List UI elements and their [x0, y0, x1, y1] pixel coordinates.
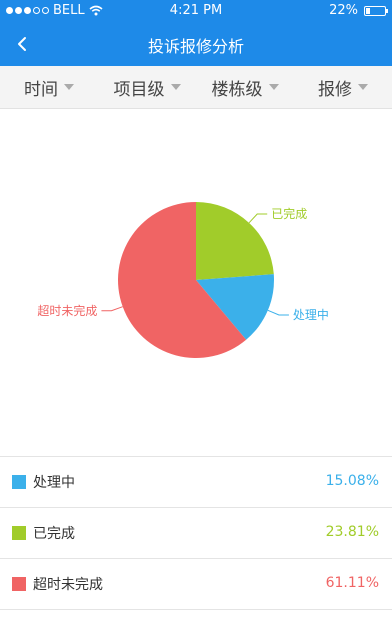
nav-bar: 投诉报修分析 — [0, 22, 392, 66]
filter-label: 项目级 — [113, 79, 165, 100]
filter-building-level[interactable]: 楼栋级 — [196, 66, 294, 108]
pie-chart-svg: 已完成处理中 超时未完成 — [37, 202, 329, 358]
filter-repair-type[interactable]: 报修 — [294, 66, 392, 108]
app-header: BELL 4:21 PM 22% 投诉报修分析 — [0, 0, 392, 66]
pie-chart: 已完成处理中 超时未完成 — [0, 108, 392, 456]
legend-label: 处理中 — [33, 475, 75, 491]
pie-slice-label: 超时未完成 — [37, 303, 97, 318]
filter-bar: 时间 项目级 楼栋级 报修 — [0, 66, 392, 109]
caret-down-icon — [268, 84, 279, 90]
filter-project-level[interactable]: 项目级 — [98, 66, 196, 108]
legend-row-completed[interactable]: 已完成 23.81% — [0, 507, 392, 558]
filter-label: 楼栋级 — [211, 79, 263, 100]
battery-percent: 22% — [329, 3, 358, 18]
caret-down-icon — [64, 84, 74, 90]
legend-row-processing[interactable]: 处理中 15.08% — [0, 456, 392, 507]
caret-down-icon — [358, 84, 368, 90]
legend-swatch — [12, 526, 26, 540]
caret-down-icon — [170, 84, 181, 90]
legend-row-overdue[interactable]: 超时未完成 61.11% — [0, 558, 392, 610]
filter-label: 报修 — [318, 79, 352, 100]
pie-slice-label: 处理中 — [293, 307, 329, 322]
leader-line — [101, 306, 123, 312]
legend-swatch — [12, 475, 26, 489]
legend-value: 23.81% — [325, 524, 379, 540]
page-title: 投诉报修分析 — [147, 37, 244, 56]
legend-value: 61.11% — [325, 575, 379, 591]
legend-swatch — [12, 577, 26, 591]
status-bar: BELL 4:21 PM 22% — [0, 0, 392, 22]
legend-value: 15.08% — [325, 473, 379, 489]
filter-label: 时间 — [24, 79, 58, 100]
status-right: 22% — [329, 3, 388, 18]
filter-time[interactable]: 时间 — [0, 66, 98, 108]
leader-line — [267, 309, 289, 316]
legend-label: 超时未完成 — [33, 577, 103, 593]
battery-level — [366, 7, 370, 14]
leader-line — [248, 213, 268, 224]
pie-slice-label: 已完成 — [271, 206, 307, 221]
legend-list: 处理中 15.08% 已完成 23.81% 超时未完成 61.11% — [0, 456, 392, 610]
legend-label: 已完成 — [33, 526, 75, 542]
battery-icon — [364, 5, 388, 16]
